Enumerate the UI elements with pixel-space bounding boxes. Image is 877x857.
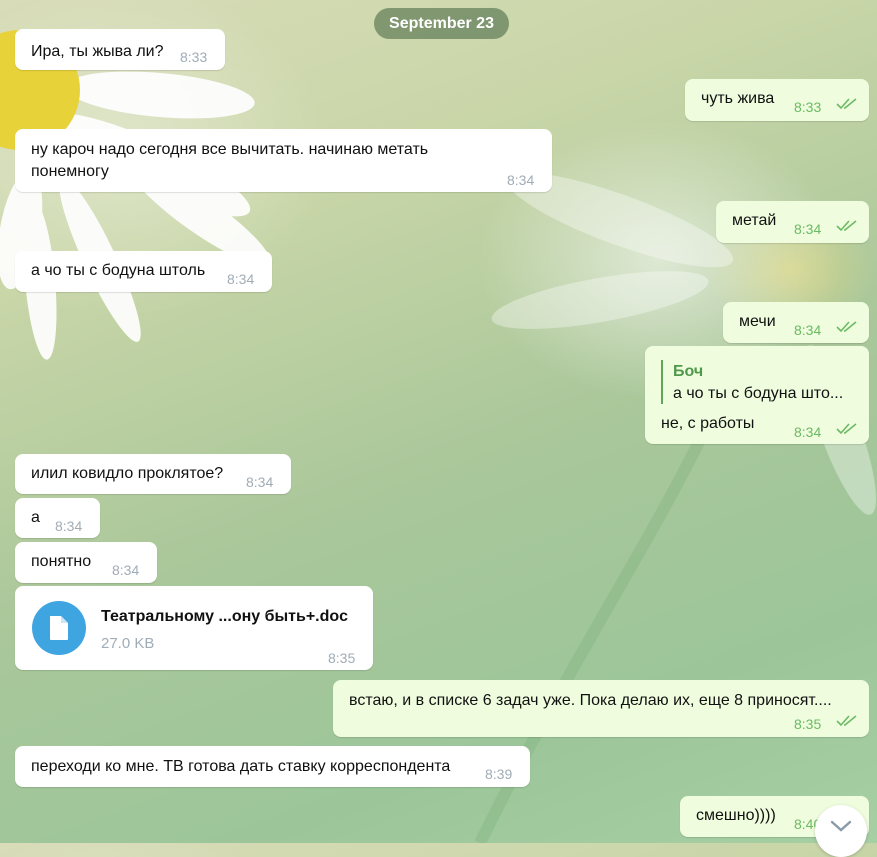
- message-outgoing-reply[interactable]: Боч а чо ты с бодуна што... не, с работы…: [645, 346, 869, 444]
- message-incoming[interactable]: илил ковидло проклятое? 8:34: [15, 454, 291, 494]
- message-text: мечи: [739, 313, 776, 330]
- message-outgoing[interactable]: чуть жива 8:33: [685, 79, 869, 121]
- message-time: 8:34: [246, 474, 274, 490]
- message-incoming[interactable]: а 8:34: [15, 498, 100, 538]
- file-icon[interactable]: [32, 601, 86, 655]
- file-size: 27.0 KB: [101, 635, 155, 652]
- message-incoming[interactable]: Ира, ты жыва ли? 8:33: [15, 29, 225, 70]
- message-text: переходи ко мне. ТВ готова дать ставку к…: [31, 758, 451, 775]
- message-time: 8:34: [507, 172, 535, 188]
- message-time: 8:35: [328, 650, 356, 666]
- message-time: 8:35: [794, 716, 822, 732]
- message-text: смешно)))): [696, 807, 776, 824]
- reply-quote-bar: [661, 360, 663, 404]
- message-text: илил ковидло проклятое?: [31, 465, 224, 482]
- message-time: 8:34: [794, 322, 822, 338]
- message-text: чуть жива: [701, 90, 775, 107]
- message-text: а: [31, 509, 40, 526]
- message-time: 8:39: [485, 766, 513, 782]
- message-text: метай: [732, 212, 777, 229]
- reply-preview: а чо ты с бодуна што...: [673, 385, 844, 402]
- message-text: встаю, и в списке 6 задач уже. Пока дела…: [349, 692, 832, 709]
- message-time: 8:34: [794, 221, 822, 237]
- double-check-icon: [836, 715, 857, 727]
- message-text: Ира, ты жыва ли?: [31, 43, 164, 60]
- message-outgoing[interactable]: встаю, и в списке 6 задач уже. Пока дела…: [333, 680, 869, 737]
- chevron-down-icon: [830, 820, 852, 832]
- message-file-attachment[interactable]: Театральному ...ону быть+.doc 27.0 KB 8:…: [15, 586, 373, 670]
- message-text: а чо ты с бодуна штоль: [31, 262, 206, 279]
- message-incoming[interactable]: переходи ко мне. ТВ готова дать ставку к…: [15, 746, 530, 787]
- double-check-icon: [836, 321, 857, 333]
- message-time: 8:34: [112, 562, 140, 578]
- message-time: 8:34: [227, 271, 255, 287]
- document-icon: [50, 616, 68, 640]
- message-incoming[interactable]: ну кароч надо сегодня все вычитать. начи…: [15, 129, 552, 192]
- message-time: 8:34: [794, 424, 822, 440]
- message-text: понятно: [31, 553, 92, 570]
- double-check-icon: [836, 98, 857, 110]
- scroll-to-bottom-button[interactable]: [815, 805, 867, 857]
- message-outgoing[interactable]: метай 8:34: [716, 201, 869, 243]
- message-text: понемногу: [31, 163, 109, 180]
- message-time: 8:33: [180, 49, 208, 65]
- message-incoming[interactable]: а чо ты с бодуна штоль 8:34: [15, 251, 272, 292]
- date-separator: September 23: [374, 8, 509, 39]
- double-check-icon: [836, 423, 857, 435]
- message-time: 8:33: [794, 99, 822, 115]
- message-outgoing[interactable]: мечи 8:34: [723, 302, 869, 343]
- double-check-icon: [836, 220, 857, 232]
- message-incoming[interactable]: понятно 8:34: [15, 542, 157, 583]
- message-text: ну кароч надо сегодня все вычитать. начи…: [31, 141, 429, 158]
- file-name[interactable]: Театральному ...ону быть+.doc: [101, 606, 348, 628]
- message-time: 8:34: [55, 518, 83, 534]
- reply-author: Боч: [673, 363, 704, 380]
- message-text: не, с работы: [661, 415, 755, 432]
